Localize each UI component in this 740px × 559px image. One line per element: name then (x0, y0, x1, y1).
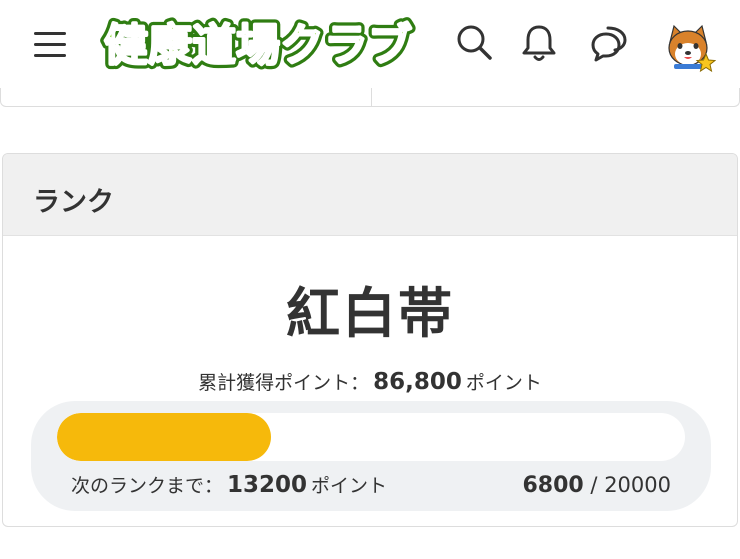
total-points-value: 86,800 (373, 369, 462, 395)
total-points-unit: ポイント (465, 372, 542, 394)
progress-panel: 次のランクまで： 13200 ポイント 6800 / 20000 (31, 401, 711, 511)
card-divider (371, 88, 372, 106)
search-icon[interactable] (452, 20, 496, 64)
logo-text: 健康道場クラブ (104, 20, 412, 71)
hamburger-menu-icon[interactable] (32, 28, 68, 60)
logo-graphic: 健康道場クラブ 健康道場クラブ (100, 16, 417, 75)
progress-max: 20000 (604, 473, 671, 497)
progress-ratio: 6800 / 20000 (523, 473, 672, 498)
next-rank-unit: ポイント (311, 475, 388, 497)
user-avatar[interactable] (664, 22, 716, 74)
total-points-line: 累計獲得ポイント： 86,800 ポイント (3, 368, 737, 395)
bell-icon[interactable] (517, 20, 561, 64)
rank-name: 紅白帯 (286, 282, 454, 345)
progress-current: 6800 (522, 473, 584, 498)
rank-card-title: ランク (33, 187, 114, 218)
rank-card: ランク 紅白帯 累計獲得ポイント： 86,800 ポイント 次のランクまで： 1320… (2, 153, 738, 527)
total-points-label: 累計獲得ポイント： (198, 372, 370, 394)
site-logo[interactable]: 健康道場クラブ 健康道場クラブ (98, 14, 424, 75)
next-rank-value: 13200 (227, 472, 308, 498)
chat-bubbles-icon[interactable] (588, 20, 632, 64)
progress-bar (57, 413, 685, 461)
previous-card-bottom (0, 88, 740, 107)
app-header: 健康道場クラブ 健康道場クラブ (0, 0, 740, 88)
progress-separator: / (590, 473, 598, 497)
progress-bar-fill (57, 413, 271, 461)
shiba-dog-avatar-icon (668, 24, 716, 73)
next-rank-line: 次のランクまで： 13200 ポイント (71, 471, 387, 498)
next-rank-label: 次のランクまで： (71, 475, 224, 497)
